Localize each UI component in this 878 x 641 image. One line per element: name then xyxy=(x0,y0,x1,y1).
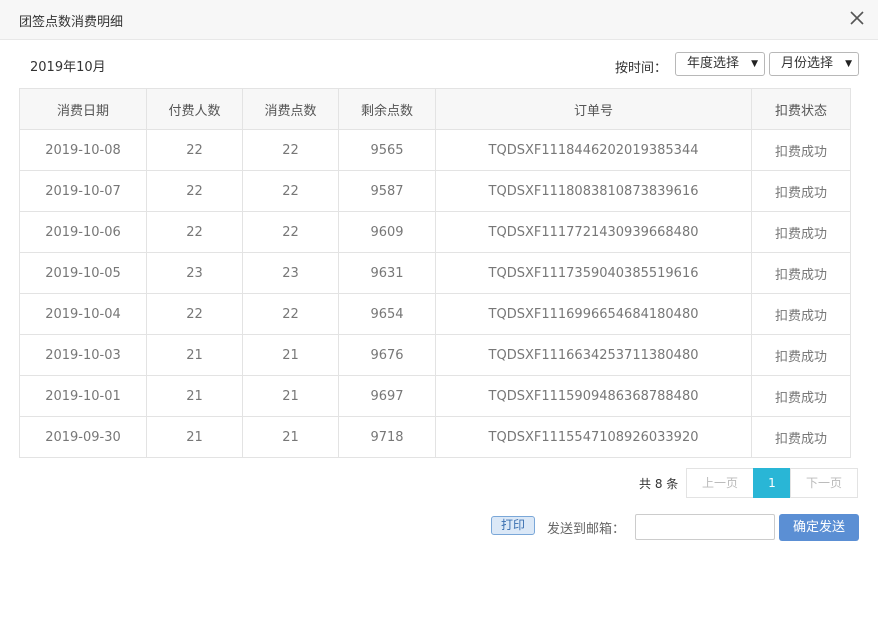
cell-date: 2019-10-05 xyxy=(19,252,147,294)
cell-points-used: 22 xyxy=(242,293,339,335)
next-page-button[interactable]: 下一页 xyxy=(790,468,858,498)
cell-date: 2019-10-08 xyxy=(19,129,147,171)
cell-date: 2019-10-01 xyxy=(19,375,147,417)
cell-points-remaining: 9697 xyxy=(338,375,436,417)
col-header-points-used: 消费点数 xyxy=(242,88,339,130)
page-1-button[interactable]: 1 xyxy=(753,468,791,498)
cell-status: 扣费成功 xyxy=(751,129,851,171)
table-row: 2019-10-07 22 22 9587 TQDSXF111808381087… xyxy=(19,170,851,212)
cell-order-no: TQDSXF1116634253711380480 xyxy=(435,334,752,376)
cell-payers: 21 xyxy=(146,416,243,458)
cell-points-remaining: 9718 xyxy=(338,416,436,458)
cell-points-remaining: 9631 xyxy=(338,252,436,294)
cell-order-no: TQDSXF1116996654684180480 xyxy=(435,293,752,335)
cell-points-used: 23 xyxy=(242,252,339,294)
cell-points-remaining: 9609 xyxy=(338,211,436,253)
table-row: 2019-09-30 21 21 9718 TQDSXF111554710892… xyxy=(19,416,851,458)
cell-payers: 22 xyxy=(146,293,243,335)
table-row: 2019-10-08 22 22 9565 TQDSXF111844620201… xyxy=(19,129,851,171)
col-header-date: 消费日期 xyxy=(19,88,147,130)
col-header-points-remaining: 剩余点数 xyxy=(338,88,436,130)
table-row: 2019-10-05 23 23 9631 TQDSXF111735904038… xyxy=(19,252,851,294)
cell-date: 2019-09-30 xyxy=(19,416,147,458)
cell-points-remaining: 9676 xyxy=(338,334,436,376)
time-filter-label: 按时间： xyxy=(615,61,668,76)
cell-order-no: TQDSXF1118446202019385344 xyxy=(435,129,752,171)
cell-payers: 22 xyxy=(146,129,243,171)
cell-points-remaining: 9565 xyxy=(338,129,436,171)
cell-points-used: 22 xyxy=(242,211,339,253)
print-button[interactable]: 打印 xyxy=(491,516,535,535)
table-row: 2019-10-01 21 21 9697 TQDSXF111590948636… xyxy=(19,375,851,417)
table-row: 2019-10-03 21 21 9676 TQDSXF111663425371… xyxy=(19,334,851,376)
cell-points-used: 21 xyxy=(242,334,339,376)
prev-page-button[interactable]: 上一页 xyxy=(686,468,754,498)
cell-order-no: TQDSXF1118083810873839616 xyxy=(435,170,752,212)
consumption-table: 消费日期 付费人数 消费点数 剩余点数 订单号 扣费状态 2019-10-08 … xyxy=(19,88,851,458)
col-header-status: 扣费状态 xyxy=(751,88,851,130)
caret-down-icon: ▼ xyxy=(751,59,758,69)
year-select-value: 年度选择 xyxy=(687,56,740,71)
send-button[interactable]: 确定发送 xyxy=(779,514,859,541)
table-header-row: 消费日期 付费人数 消费点数 剩余点数 订单号 扣费状态 xyxy=(19,88,851,130)
cell-order-no: TQDSXF1117721430939668480 xyxy=(435,211,752,253)
col-header-payers: 付费人数 xyxy=(146,88,243,130)
period-label: 2019年10月 xyxy=(30,60,106,75)
col-header-order-no: 订单号 xyxy=(435,88,752,130)
cell-points-used: 22 xyxy=(242,170,339,212)
total-count: 共 8 条 xyxy=(639,477,679,491)
cell-date: 2019-10-04 xyxy=(19,293,147,335)
month-select[interactable]: 月份选择 ▼ xyxy=(769,52,859,76)
cell-points-remaining: 9587 xyxy=(338,170,436,212)
cell-payers: 21 xyxy=(146,334,243,376)
pagination: 上一页 1 下一页 xyxy=(686,468,858,498)
cell-payers: 22 xyxy=(146,170,243,212)
cell-status: 扣费成功 xyxy=(751,211,851,253)
cell-points-used: 21 xyxy=(242,416,339,458)
cell-payers: 23 xyxy=(146,252,243,294)
year-select[interactable]: 年度选择 ▼ xyxy=(675,52,765,76)
cell-status: 扣费成功 xyxy=(751,293,851,335)
cell-points-used: 22 xyxy=(242,129,339,171)
cell-order-no: TQDSXF1115547108926033920 xyxy=(435,416,752,458)
dialog-title: 团签点数消费明细 xyxy=(19,15,124,30)
cell-date: 2019-10-06 xyxy=(19,211,147,253)
dialog-header: 团签点数消费明细 xyxy=(0,0,878,40)
cell-status: 扣费成功 xyxy=(751,252,851,294)
table-row: 2019-10-06 22 22 9609 TQDSXF111772143093… xyxy=(19,211,851,253)
cell-points-remaining: 9654 xyxy=(338,293,436,335)
caret-down-icon: ▼ xyxy=(845,59,852,69)
cell-order-no: TQDSXF1115909486368788480 xyxy=(435,375,752,417)
cell-status: 扣费成功 xyxy=(751,170,851,212)
cell-payers: 21 xyxy=(146,375,243,417)
close-icon[interactable] xyxy=(848,9,866,27)
cell-status: 扣费成功 xyxy=(751,334,851,376)
cell-order-no: TQDSXF1117359040385519616 xyxy=(435,252,752,294)
cell-date: 2019-10-07 xyxy=(19,170,147,212)
cell-status: 扣费成功 xyxy=(751,375,851,417)
table-row: 2019-10-04 22 22 9654 TQDSXF111699665468… xyxy=(19,293,851,335)
email-label: 发送到邮箱： xyxy=(547,522,626,537)
cell-date: 2019-10-03 xyxy=(19,334,147,376)
cell-points-used: 21 xyxy=(242,375,339,417)
email-input[interactable] xyxy=(635,514,775,540)
cell-status: 扣费成功 xyxy=(751,416,851,458)
cell-payers: 22 xyxy=(146,211,243,253)
month-select-value: 月份选择 xyxy=(781,56,834,71)
